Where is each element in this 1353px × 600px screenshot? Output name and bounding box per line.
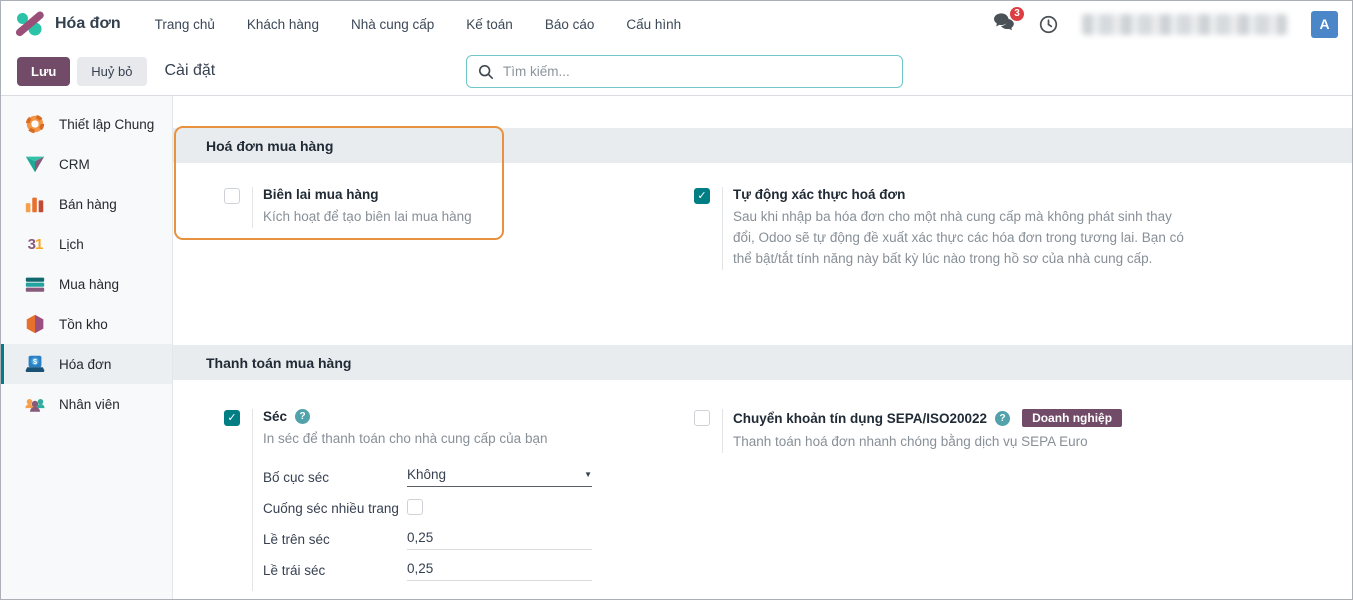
purchase-icon bbox=[24, 273, 46, 295]
control-bar: Lưu Huỷ bỏ Cài đặt bbox=[1, 47, 1352, 96]
activities-clock-icon[interactable] bbox=[1039, 15, 1058, 34]
search-input[interactable] bbox=[503, 64, 891, 79]
setting-title: Chuyển khoản tín dụng SEPA/ISO20022 bbox=[733, 411, 987, 426]
inventory-icon bbox=[24, 313, 46, 335]
navbar-right: 3 A bbox=[993, 11, 1338, 38]
enterprise-badge: Doanh nghiệp bbox=[1022, 409, 1122, 427]
auto-validate-checkbox[interactable]: ✓ bbox=[694, 188, 710, 204]
menu-item-configuration[interactable]: Cấu hình bbox=[626, 17, 681, 32]
settings-content: Hoá đơn mua hàng Biên lai mua hàng Kích … bbox=[173, 96, 1352, 599]
check-top-margin-input[interactable] bbox=[407, 530, 592, 550]
setting-purchase-receipts: Biên lai mua hàng Kích hoạt để tạo biên … bbox=[224, 187, 694, 228]
svg-text:$: $ bbox=[33, 357, 37, 366]
setting-description: In séc để thanh toán cho nhà cung cấp củ… bbox=[263, 429, 592, 450]
sidebar-item-sales[interactable]: Bán hàng bbox=[1, 184, 172, 224]
page-title: Cài đặt bbox=[165, 62, 216, 80]
top-navbar: Hóa đơn Trang chủ Khách hàng Nhà cung cấ… bbox=[1, 1, 1352, 47]
check-left-margin-input[interactable] bbox=[407, 561, 592, 581]
sidebar-item-general-settings[interactable]: Thiết lập Chung bbox=[1, 104, 172, 144]
sidebar-item-invoicing[interactable]: $ Hóa đơn bbox=[1, 344, 172, 384]
sidebar-item-purchase[interactable]: Mua hàng bbox=[1, 264, 172, 304]
invoicing-icon: $ bbox=[24, 353, 46, 375]
setting-sepa-credit-transfer: Chuyển khoản tín dụng SEPA/ISO20022 ? Do… bbox=[694, 409, 1122, 453]
setting-description: Kích hoạt để tạo biên lai mua hàng bbox=[263, 207, 472, 228]
setting-checks: ✓ Séc ? In séc để thanh toán cho nhà cun… bbox=[224, 409, 694, 591]
general-settings-icon bbox=[24, 113, 46, 135]
field-label-check-left-margin: Lề trái séc bbox=[263, 560, 407, 582]
setting-title: Séc bbox=[263, 409, 287, 424]
sales-icon bbox=[24, 193, 46, 215]
menu-item-home[interactable]: Trang chủ bbox=[155, 17, 215, 32]
odoo-logo-icon bbox=[15, 9, 45, 39]
multi-page-stub-checkbox[interactable] bbox=[407, 499, 423, 515]
setting-title: Biên lai mua hàng bbox=[263, 187, 472, 202]
field-label-check-top-margin: Lề trên séc bbox=[263, 529, 407, 551]
field-label-check-layout: Bố cục séc bbox=[263, 467, 407, 489]
crm-icon bbox=[24, 153, 46, 175]
main-menu: Trang chủ Khách hàng Nhà cung cấp Kế toá… bbox=[155, 17, 682, 32]
menu-item-reporting[interactable]: Báo cáo bbox=[545, 17, 595, 32]
purchase-receipts-checkbox[interactable] bbox=[224, 188, 240, 204]
user-company-name-blurred[interactable] bbox=[1082, 14, 1287, 35]
sidebar-item-inventory[interactable]: Tồn kho bbox=[1, 304, 172, 344]
discard-button[interactable]: Huỷ bỏ bbox=[77, 57, 146, 86]
settings-body: Thiết lập Chung CRM bbox=[1, 96, 1352, 599]
messages-count-badge: 3 bbox=[1009, 6, 1025, 22]
employees-icon bbox=[24, 393, 46, 415]
save-button[interactable]: Lưu bbox=[17, 57, 70, 86]
settings-sidebar: Thiết lập Chung CRM bbox=[1, 96, 173, 599]
setting-description: Sau khi nhập ba hóa đơn cho một nhà cung… bbox=[733, 207, 1185, 270]
chevron-down-icon: ▼ bbox=[584, 470, 592, 479]
section-header-vendor-bills: Hoá đơn mua hàng bbox=[173, 128, 1352, 163]
sidebar-item-crm[interactable]: CRM bbox=[1, 144, 172, 184]
sidebar-item-employees[interactable]: Nhân viên bbox=[1, 384, 172, 424]
setting-auto-validate-bills: ✓ Tự động xác thực hoá đơn Sau khi nhập … bbox=[694, 187, 1185, 270]
section-header-vendor-payments: Thanh toán mua hàng bbox=[173, 345, 1352, 380]
odoo-settings-window: Hóa đơn Trang chủ Khách hàng Nhà cung cấ… bbox=[0, 0, 1353, 600]
check-layout-select[interactable]: Không ▼ bbox=[407, 467, 592, 487]
sepa-checkbox[interactable] bbox=[694, 410, 710, 426]
setting-description: Thanh toán hoá đơn nhanh chóng bằng dịch… bbox=[733, 432, 1122, 453]
setting-title: Tự động xác thực hoá đơn bbox=[733, 187, 1185, 202]
checks-fields: Bố cục séc Không ▼ Cuống bbox=[263, 467, 592, 582]
help-icon[interactable]: ? bbox=[295, 409, 310, 424]
menu-item-customers[interactable]: Khách hàng bbox=[247, 17, 319, 32]
sidebar-item-calendar[interactable]: 31 Lịch bbox=[1, 224, 172, 264]
search-box bbox=[466, 55, 903, 88]
help-icon[interactable]: ? bbox=[995, 411, 1010, 426]
menu-item-vendors[interactable]: Nhà cung cấp bbox=[351, 17, 434, 32]
checks-checkbox[interactable]: ✓ bbox=[224, 410, 240, 426]
user-avatar[interactable]: A bbox=[1311, 11, 1338, 38]
field-label-multi-page-stub: Cuống séc nhiều trang bbox=[263, 498, 407, 520]
search-icon bbox=[478, 64, 494, 80]
calendar-icon: 31 bbox=[24, 233, 46, 255]
menu-item-accounting[interactable]: Kế toán bbox=[466, 17, 513, 32]
messages-button[interactable]: 3 bbox=[993, 12, 1015, 37]
app-name[interactable]: Hóa đơn bbox=[55, 15, 121, 33]
